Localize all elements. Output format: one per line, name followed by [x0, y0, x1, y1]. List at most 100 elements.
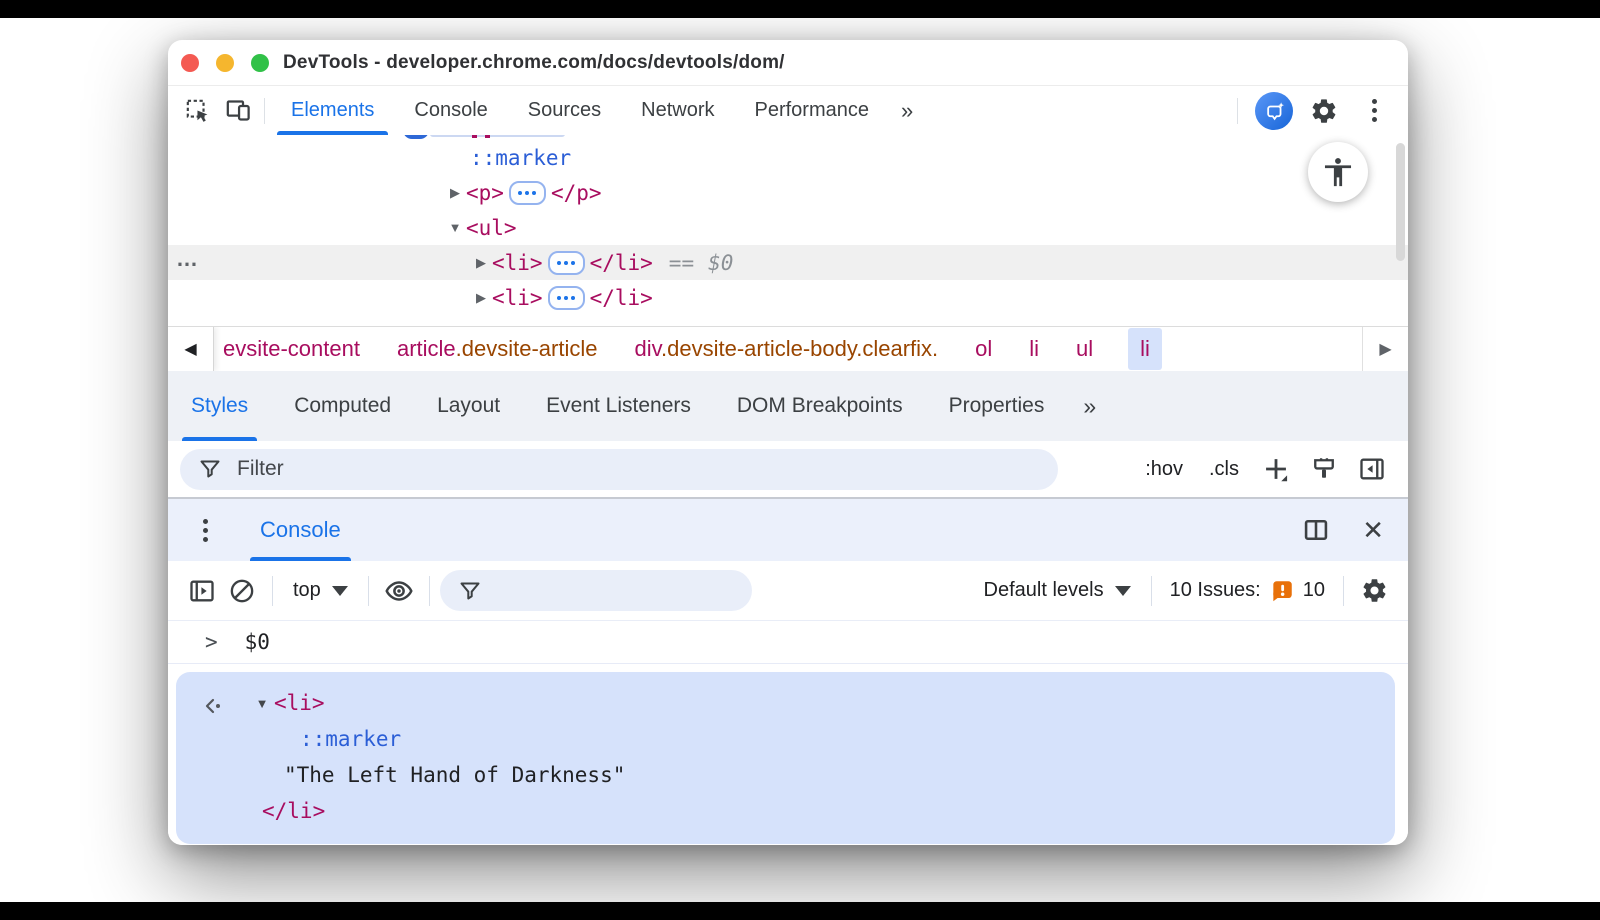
- breadcrumb-item[interactable]: evsite-content: [221, 328, 362, 370]
- console-toolbar-right: Default levels 10 Issues: 10: [974, 571, 1394, 611]
- clipped-badge-fragment: [403, 135, 429, 139]
- toolbar-right-icons: [1231, 91, 1394, 131]
- breadcrumb-item[interactable]: article.devsite-article: [395, 328, 600, 370]
- expand-arrow-icon[interactable]: ▶: [470, 290, 492, 306]
- window-title: DevTools - developer.chrome.com/docs/dev…: [283, 51, 785, 73]
- breadcrumb-item[interactable]: div.devsite-article-body.clearfix.: [633, 328, 941, 370]
- breadcrumb-item[interactable]: li: [1027, 328, 1041, 370]
- filter-funnel-icon: [458, 579, 482, 603]
- main-toolbar: Elements Console Sources Network Perform…: [168, 86, 1408, 135]
- tab-layout[interactable]: Layout: [414, 371, 523, 441]
- styles-filter-input[interactable]: [235, 456, 1052, 482]
- tab-event-listeners[interactable]: Event Listeners: [523, 371, 714, 441]
- inspect-element-icon[interactable]: [178, 91, 218, 131]
- tab-console[interactable]: Console: [394, 86, 507, 135]
- toggle-device-toolbar-icon[interactable]: [218, 91, 258, 131]
- console-command-text: $0: [244, 630, 270, 654]
- console-settings-gear-icon[interactable]: [1354, 571, 1394, 611]
- new-style-rule-plus-icon[interactable]: [1256, 449, 1296, 489]
- tab-computed[interactable]: Computed: [271, 371, 414, 441]
- chevron-down-icon: [331, 585, 348, 596]
- issues-count: 10: [1302, 579, 1325, 601]
- toolbar-divider: [428, 575, 430, 606]
- split-panel-icon[interactable]: [1296, 510, 1336, 550]
- console-sidebar-toggle-icon[interactable]: [182, 571, 222, 611]
- tab-performance[interactable]: Performance: [735, 86, 890, 135]
- tree-row-ul[interactable]: ▼ <ul>: [168, 210, 1408, 245]
- inline-expand-badge[interactable]: [508, 180, 546, 205]
- tree-row-li[interactable]: ▶ <li> </li>: [168, 280, 1408, 315]
- traffic-lights: [168, 53, 283, 72]
- live-expression-eye-icon[interactable]: [379, 571, 419, 611]
- styles-filter-field[interactable]: [180, 448, 1058, 490]
- console-toolbar: top Default levels 10 Issues: 10: [168, 561, 1408, 621]
- breadcrumb-item[interactable]: ol: [973, 328, 994, 370]
- breadcrumb-item-selected[interactable]: li: [1128, 328, 1162, 370]
- close-window-button[interactable]: [181, 53, 199, 72]
- breadcrumb: ◀ evsite-content article.devsite-article…: [168, 326, 1408, 371]
- console-filter-field[interactable]: [439, 570, 752, 611]
- expand-arrow-icon[interactable]: ▶: [470, 255, 492, 271]
- breadcrumb-prev-arrow[interactable]: ◀: [168, 327, 214, 371]
- breadcrumb-item[interactable]: ul: [1074, 328, 1095, 370]
- tab-properties[interactable]: Properties: [926, 371, 1068, 441]
- breadcrumb-next-arrow[interactable]: ▶: [1362, 327, 1408, 371]
- ai-assistance-icon[interactable]: [1254, 91, 1294, 131]
- console-messages: > $0 ▼ <li> ::marker "The Left Hand of D…: [168, 621, 1408, 845]
- row-overflow-dots[interactable]: …: [176, 246, 199, 272]
- result-line-open[interactable]: ▼ <li>: [176, 685, 1395, 721]
- javascript-context-dropdown[interactable]: top: [283, 579, 358, 602]
- rendering-brush-icon[interactable]: [1304, 449, 1344, 489]
- expand-arrow-icon[interactable]: ▶: [444, 185, 466, 201]
- toggle-pseudo-state-button[interactable]: :hov: [1136, 458, 1192, 481]
- tab-styles[interactable]: Styles: [168, 371, 271, 441]
- close-drawer-icon[interactable]: ✕: [1362, 517, 1384, 543]
- accessibility-person-icon[interactable]: [1308, 142, 1368, 202]
- filter-funnel-icon: [198, 457, 222, 481]
- more-sidebar-tabs-chevron-icon[interactable]: »: [1067, 371, 1112, 441]
- tab-dom-breakpoints[interactable]: DOM Breakpoints: [714, 371, 926, 441]
- toggle-sidebar-panel-icon[interactable]: [1352, 449, 1392, 489]
- inline-expand-badge[interactable]: [547, 250, 585, 275]
- toolbar-divider: [367, 575, 369, 606]
- tree-row-p[interactable]: ▶ <p> </p>: [168, 175, 1408, 210]
- drawer-menu-kebab-icon[interactable]: [190, 499, 220, 561]
- clipped-highlight-fragment: [430, 135, 565, 137]
- elements-scrollbar-thumb[interactable]: [1396, 143, 1405, 261]
- toggle-element-classes-button[interactable]: .cls: [1200, 458, 1248, 481]
- tree-row-marker[interactable]: ::marker: [168, 140, 1408, 175]
- drawer-tab-console[interactable]: Console: [248, 499, 353, 561]
- issues-label: 10 Issues:: [1169, 579, 1261, 601]
- zoom-window-button[interactable]: [251, 53, 269, 72]
- minimize-window-button[interactable]: [216, 53, 234, 72]
- toolbar-divider: [1150, 575, 1152, 606]
- issues-counter[interactable]: 10 Issues: 10: [1162, 578, 1333, 604]
- tree-row-li-selected[interactable]: … ▶ <li> </li> == $0: [168, 245, 1408, 280]
- pseudo-element-label[interactable]: ::marker: [470, 146, 571, 170]
- tab-network[interactable]: Network: [621, 86, 734, 135]
- issue-exclamation-icon: [1269, 578, 1295, 604]
- letterbox-bottom: [0, 902, 1600, 920]
- inline-expand-badge[interactable]: [547, 285, 585, 310]
- panel-tabs: Elements Console Sources Network Perform…: [271, 86, 889, 135]
- console-result-highlighted[interactable]: ▼ <li> ::marker "The Left Hand of Darkne…: [176, 672, 1395, 844]
- tab-sources[interactable]: Sources: [508, 86, 621, 135]
- clipped-text-fragment: [472, 135, 477, 138]
- clipped-text-fragment: [485, 135, 490, 138]
- console-command-entry[interactable]: > $0: [168, 621, 1408, 664]
- chevron-down-icon: [1114, 585, 1131, 596]
- result-line-marker: ::marker: [300, 727, 402, 751]
- settings-gear-icon[interactable]: [1304, 91, 1344, 131]
- console-filter-input[interactable]: [494, 577, 746, 604]
- collapse-arrow-icon[interactable]: ▼: [250, 696, 274, 711]
- collapse-arrow-icon[interactable]: ▼: [444, 220, 466, 235]
- log-levels-dropdown[interactable]: Default levels: [974, 579, 1141, 602]
- more-tabs-chevron-icon[interactable]: »: [889, 98, 925, 124]
- customize-devtools-kebab-icon[interactable]: [1354, 91, 1394, 131]
- tab-elements[interactable]: Elements: [271, 86, 394, 135]
- result-line-close: </li>: [262, 799, 326, 823]
- breadcrumb-list: evsite-content article.devsite-article d…: [214, 327, 1162, 371]
- letterbox-top: [0, 0, 1600, 18]
- toolbar-divider: [1237, 97, 1238, 124]
- clear-console-ban-icon[interactable]: [222, 571, 262, 611]
